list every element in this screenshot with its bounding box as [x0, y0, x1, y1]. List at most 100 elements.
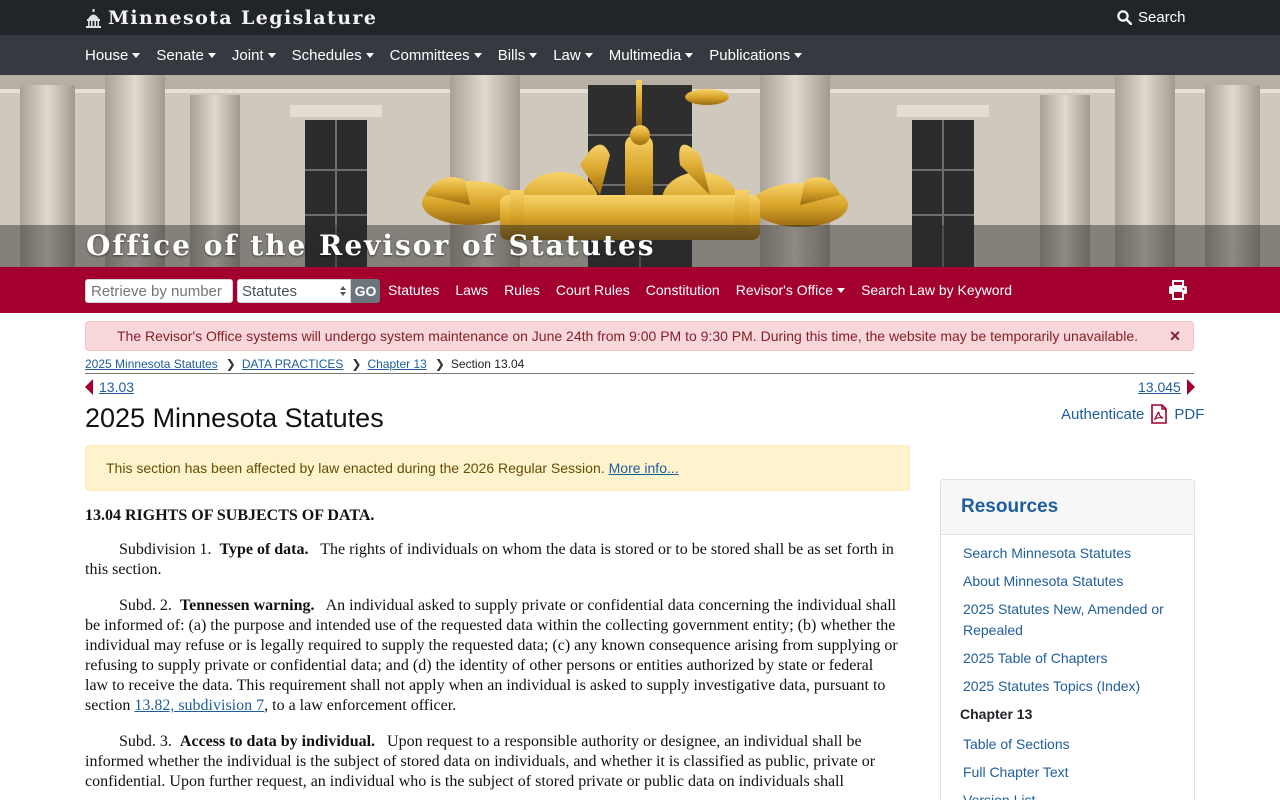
- next-section-link[interactable]: 13.045: [1138, 379, 1181, 395]
- nav-item-law[interactable]: Law: [553, 47, 593, 64]
- office-title: Office of the Revisor of Statutes: [86, 229, 656, 262]
- caret-down-icon: [207, 52, 216, 58]
- search-icon: [1117, 9, 1132, 25]
- chapter-link[interactable]: Full Chapter Text: [963, 762, 1174, 783]
- caret-down-icon: [685, 52, 694, 58]
- nav-item-label: Committees: [389, 46, 470, 64]
- site-brand[interactable]: Minnesota Legislature: [85, 6, 377, 30]
- breadcrumb-current: Section 13.04: [450, 357, 525, 371]
- revisor-link-statutes[interactable]: Statutes: [388, 282, 439, 298]
- subdivision-3: Subd. 3. Access to data by individual. U…: [85, 732, 900, 792]
- revisor-link-rules[interactable]: Rules: [504, 282, 540, 298]
- resources-title: Resources: [961, 496, 1059, 517]
- subd-title: Access to data by individual.: [179, 733, 376, 750]
- chevron-right-icon: ❯: [434, 357, 445, 371]
- nav-item-label: Bills: [497, 46, 526, 64]
- triangle-left-icon: [85, 379, 93, 395]
- chapter-heading: Chapter 13: [960, 706, 1033, 722]
- breadcrumb-item-statutes[interactable]: 2025 Minnesota Statutes: [85, 357, 218, 371]
- breadcrumb-item-data-practices[interactable]: DATA PRACTICES: [242, 357, 344, 371]
- revisor-link-label: Statutes: [388, 282, 440, 298]
- pdf-file-icon[interactable]: [1150, 404, 1168, 424]
- subd-text: , to a law enforcement officer.: [264, 697, 457, 714]
- caret-down-icon: [584, 52, 593, 58]
- nav-item-publications[interactable]: Publications: [709, 46, 803, 64]
- alert-text: The Revisor's Office systems will underg…: [117, 328, 1138, 344]
- next-section[interactable]: 13.045: [1138, 378, 1195, 396]
- revisor-link-court-rules[interactable]: Court Rules: [556, 282, 630, 298]
- revisor-nav: Statutes GO Statutes Laws Rules Court Ru…: [0, 267, 1280, 313]
- resource-link[interactable]: 2025 Statutes Topics (Index): [963, 676, 1174, 697]
- nav-item-schedules[interactable]: Schedules: [292, 47, 374, 64]
- document-type-select[interactable]: Statutes: [237, 279, 351, 303]
- header-search-button[interactable]: Search: [1117, 6, 1186, 28]
- subd-label: Subd. 2.: [119, 597, 172, 614]
- search-label: Search: [1138, 8, 1186, 26]
- caret-down-icon: [837, 287, 846, 293]
- breadcrumb-item-chapter[interactable]: Chapter 13: [367, 357, 426, 371]
- session-notice: This section has been affected by law en…: [85, 445, 910, 491]
- subdivision-2: Subd. 2. Tennessen warning. An individua…: [85, 596, 900, 716]
- previous-section-link[interactable]: 13.03: [99, 379, 134, 395]
- nav-item-label: Publications: [709, 46, 791, 64]
- resource-link[interactable]: Search Minnesota Statutes: [963, 543, 1174, 564]
- authenticate-link[interactable]: Authenticate: [1061, 406, 1144, 423]
- nav-item-label: Senate: [156, 46, 204, 64]
- page-title: 2025 Minnesota Statutes: [85, 403, 384, 433]
- maintenance-alert: The Revisor's Office systems will underg…: [85, 321, 1194, 351]
- select-arrows-icon: [340, 286, 346, 296]
- statute-text: 13.04 RIGHTS OF SUBJECTS OF DATA. Subdiv…: [85, 506, 900, 800]
- notice-text: This section has been affected by law en…: [106, 460, 605, 476]
- triangle-right-icon: [1186, 379, 1195, 395]
- resource-link[interactable]: About Minnesota Statutes: [963, 571, 1174, 592]
- main-nav: House Senate Joint Schedules Committees …: [0, 35, 1280, 75]
- nav-item-label: Multimedia: [608, 46, 682, 64]
- previous-section[interactable]: 13.03: [85, 378, 134, 396]
- print-icon[interactable]: [1168, 280, 1188, 300]
- chapter-link[interactable]: Version List: [963, 790, 1174, 800]
- chapter-link[interactable]: Table of Sections: [963, 734, 1174, 755]
- revisor-link-label: Constitution: [645, 282, 720, 298]
- nav-item-label: Schedules: [291, 46, 362, 64]
- subd-title: Tennessen warning.: [179, 597, 315, 614]
- capitol-banner: Office of the Revisor of Statutes: [0, 75, 1280, 267]
- resources-sidebar: Resources Search Minnesota Statutes Abou…: [940, 479, 1195, 800]
- revisor-link-label: Rules: [504, 282, 540, 298]
- cross-reference-link[interactable]: 13.82, subdivision 7: [134, 697, 264, 714]
- nav-item-committees[interactable]: Committees: [390, 47, 482, 64]
- revisor-link-search-by-keyword[interactable]: Search Law by Keyword: [861, 282, 1012, 298]
- pdf-link[interactable]: PDF: [1174, 406, 1204, 423]
- revisor-link-revisors-office[interactable]: Revisor's Office: [735, 282, 846, 298]
- subd-label: Subdivision 1.: [119, 541, 212, 558]
- subdivision-1: Subdivision 1. Type of data. The rights …: [85, 540, 900, 580]
- go-button[interactable]: GO: [351, 279, 380, 303]
- caret-down-icon: [132, 52, 141, 58]
- resource-link[interactable]: 2025 Table of Chapters: [963, 648, 1174, 669]
- revisor-link-label: Laws: [455, 282, 489, 298]
- subd-title: Type of data.: [219, 541, 309, 558]
- document-type-selected: Statutes: [242, 282, 298, 300]
- chevron-right-icon: ❯: [351, 357, 362, 371]
- nav-item-label: Joint: [231, 46, 264, 64]
- nav-item-multimedia[interactable]: Multimedia: [609, 47, 694, 64]
- nav-item-house[interactable]: House: [85, 47, 141, 64]
- authenticate-pdf-row: Authenticate PDF: [1061, 404, 1204, 424]
- caret-down-icon: [529, 52, 538, 58]
- resources-header: Resources: [941, 480, 1194, 535]
- more-info-link[interactable]: More info...: [609, 460, 679, 476]
- capitol-dome-icon: [86, 8, 101, 28]
- top-bar: Minnesota Legislature Search: [0, 0, 1280, 35]
- caret-down-icon: [365, 52, 374, 58]
- close-icon[interactable]: ×: [1168, 327, 1182, 345]
- revisor-link-label: Revisor's Office: [735, 282, 834, 298]
- caret-down-icon: [267, 52, 276, 58]
- nav-item-bills[interactable]: Bills: [498, 47, 538, 64]
- resource-link[interactable]: 2025 Statutes New, Amended or Repealed: [963, 599, 1174, 641]
- nav-item-joint[interactable]: Joint: [232, 47, 276, 64]
- retrieve-by-number-input[interactable]: [85, 279, 233, 303]
- chevron-right-icon: ❯: [225, 357, 236, 371]
- revisor-link-laws[interactable]: Laws: [455, 282, 488, 298]
- revisor-link-constitution[interactable]: Constitution: [646, 282, 720, 298]
- nav-item-senate[interactable]: Senate: [156, 47, 216, 64]
- subd-label: Subd. 3.: [119, 733, 172, 750]
